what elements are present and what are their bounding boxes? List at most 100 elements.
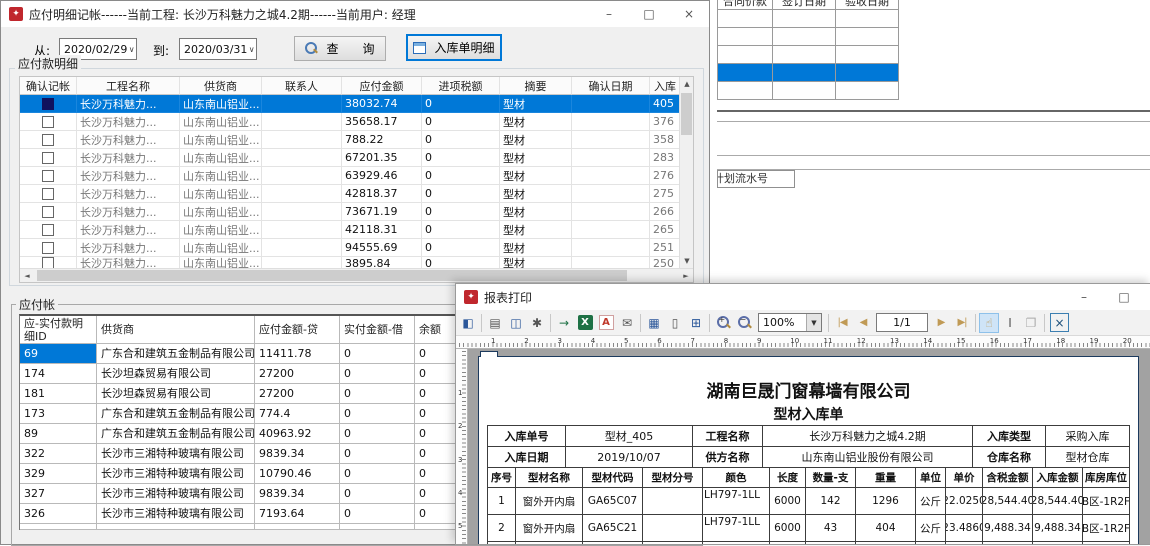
table-cell[interactable] — [836, 28, 899, 46]
report-preview-area[interactable]: 湖南巨晟门窗幕墙有限公司 型材入库单 入库单号 型材_405 工程名称 长沙万科… — [468, 349, 1150, 544]
cell-confirm-date[interactable] — [572, 131, 650, 149]
column-header[interactable]: 进项税额 — [422, 77, 500, 95]
table-cell[interactable] — [718, 10, 773, 28]
confirm-checkbox[interactable] — [42, 170, 54, 182]
cell-contact[interactable] — [262, 239, 342, 257]
confirm-cell[interactable] — [20, 167, 77, 185]
table-cell[interactable] — [836, 10, 899, 28]
column-header[interactable]: 确认记帐 — [20, 77, 77, 95]
cell-paid[interactable]: 0 — [340, 484, 415, 504]
cell-amount[interactable]: 788.22 — [342, 131, 422, 149]
cell-detail-id[interactable]: 322 — [20, 444, 97, 464]
cell-inbound-no[interactable]: 358 — [650, 131, 681, 149]
cell-project[interactable]: 长沙万科魅力... — [77, 239, 180, 257]
table-row[interactable]: 322长沙市三湘特种玻璃有限公司9839.3400 — [20, 444, 476, 464]
table-row[interactable] — [718, 10, 899, 28]
column-header[interactable]: 应-实付款明细ID — [20, 316, 97, 344]
confirm-cell[interactable] — [20, 221, 77, 239]
cell-summary[interactable]: 型材 — [500, 113, 572, 131]
column-header[interactable]: 摘要 — [500, 77, 572, 95]
sidebar-toggle-icon[interactable]: ◧ — [458, 313, 478, 333]
table-row[interactable] — [20, 524, 476, 530]
cell-payable[interactable]: 9839.34 — [255, 444, 340, 464]
title-bar[interactable]: ✦ 应付明细记帐------当前工程: 长沙万科魅力之城4.2期------当前… — [1, 1, 709, 27]
cell-confirm-date[interactable] — [572, 167, 650, 185]
cell-amount[interactable]: 73671.19 — [342, 203, 422, 221]
cell-confirm-date[interactable] — [572, 239, 650, 257]
cell-summary[interactable]: 型材 — [500, 239, 572, 257]
cell-confirm-date[interactable] — [572, 149, 650, 167]
cell-detail-id[interactable]: 174 — [20, 364, 97, 384]
cell-payable[interactable]: 7193.64 — [255, 504, 340, 524]
table-row[interactable]: 329长沙市三湘特种玻璃有限公司10790.4600 — [20, 464, 476, 484]
column-header[interactable]: 入库 — [650, 77, 681, 95]
cell-payable[interactable]: 774.4 — [255, 404, 340, 424]
cell-project[interactable]: 长沙万科魅力... — [77, 203, 180, 221]
scroll-up-icon[interactable]: ▲ — [680, 77, 694, 91]
cell-amount[interactable]: 94555.69 — [342, 239, 422, 257]
scroll-right-icon[interactable]: ► — [679, 269, 693, 283]
cell-detail-id[interactable]: 69 — [20, 344, 97, 364]
confirm-checkbox[interactable] — [42, 224, 54, 236]
column-header[interactable]: 联系人 — [262, 77, 342, 95]
table-row[interactable]: 181长沙坦森贸易有限公司2720000 — [20, 384, 476, 404]
table-cell[interactable] — [773, 10, 836, 28]
cell-paid[interactable]: 0 — [340, 364, 415, 384]
column-header[interactable]: 应付金额 — [342, 77, 422, 95]
cell-contact[interactable] — [262, 185, 342, 203]
table-cell[interactable] — [718, 28, 773, 46]
cell-tax[interactable]: 0 — [422, 113, 500, 131]
column-header[interactable]: 供货商 — [97, 316, 255, 344]
cell-summary[interactable]: 型材 — [500, 167, 572, 185]
cell-summary[interactable]: 型材 — [500, 203, 572, 221]
cell-tax[interactable]: 0 — [422, 239, 500, 257]
table-cell[interactable] — [836, 64, 899, 82]
cell-contact[interactable] — [262, 221, 342, 239]
table-row[interactable]: 173广东合和建筑五金制品有限公司774.400 — [20, 404, 476, 424]
cell-amount[interactable]: 38032.74 — [342, 95, 422, 113]
column-header[interactable]: 验收日期 — [836, 0, 899, 10]
confirm-cell[interactable] — [20, 149, 77, 167]
cell-payable[interactable]: 11411.78 — [255, 344, 340, 364]
cell-tax[interactable]: 0 — [422, 221, 500, 239]
cell-summary[interactable]: 型材 — [500, 149, 572, 167]
confirm-checkbox[interactable] — [42, 116, 54, 128]
cell-supplier[interactable]: 广东合和建筑五金制品有限公司 — [97, 344, 255, 364]
column-header[interactable]: 确认日期 — [572, 77, 650, 95]
cell-amount[interactable]: 42818.37 — [342, 185, 422, 203]
table-row[interactable]: 长沙万科魅力...山东南山铝业...67201.350型材283 — [20, 149, 693, 167]
cell-payable[interactable]: 27200 — [255, 364, 340, 384]
table-row[interactable]: 长沙万科魅力...山东南山铝业...42118.310型材265 — [20, 221, 693, 239]
confirm-cell[interactable] — [20, 131, 77, 149]
last-page-button[interactable]: ▶| — [952, 313, 972, 333]
table-cell[interactable] — [773, 82, 836, 100]
cell-payable[interactable]: 9839.34 — [255, 484, 340, 504]
confirm-checkbox[interactable] — [42, 206, 54, 218]
confirm-cell[interactable] — [20, 203, 77, 221]
cell-confirm-date[interactable] — [572, 203, 650, 221]
plan-serial-field[interactable]: 计划流水号 — [717, 170, 795, 188]
table-row[interactable]: 长沙万科魅力...山东南山铝业...42818.370型材275 — [20, 185, 693, 203]
minimize-button[interactable]: – — [1064, 284, 1104, 310]
cell-supplier[interactable]: 山东南山铝业... — [180, 185, 262, 203]
table-cell[interactable] — [340, 524, 415, 530]
cell-inbound-no[interactable]: 405 — [650, 95, 681, 113]
cell-payable[interactable]: 10790.46 — [255, 464, 340, 484]
maximize-button[interactable]: □ — [1104, 284, 1144, 310]
table-row[interactable]: 长沙万科魅力...山东南山铝业...35658.170型材376 — [20, 113, 693, 131]
cell-contact[interactable] — [262, 167, 342, 185]
chevron-down-icon[interactable]: ∨ — [247, 45, 256, 54]
confirm-checkbox[interactable] — [42, 242, 54, 254]
cell-supplier[interactable]: 山东南山铝业... — [180, 113, 262, 131]
cell-inbound-no[interactable]: 275 — [650, 185, 681, 203]
cell-supplier[interactable]: 山东南山铝业... — [180, 203, 262, 221]
cell-inbound-no[interactable]: 276 — [650, 167, 681, 185]
table-row[interactable]: 长沙万科魅力...山东南山铝业...73671.190型材266 — [20, 203, 693, 221]
table-cell[interactable] — [718, 82, 773, 100]
cell-supplier[interactable]: 山东南山铝业... — [180, 95, 262, 113]
cell-supplier[interactable]: 广东合和建筑五金制品有限公司 — [97, 424, 255, 444]
scroll-down-icon[interactable]: ▼ — [680, 254, 694, 268]
cell-summary[interactable]: 型材 — [500, 95, 572, 113]
vertical-scrollbar[interactable]: ▲ ▼ — [679, 77, 693, 268]
column-header[interactable]: 签订日期 — [773, 0, 836, 10]
